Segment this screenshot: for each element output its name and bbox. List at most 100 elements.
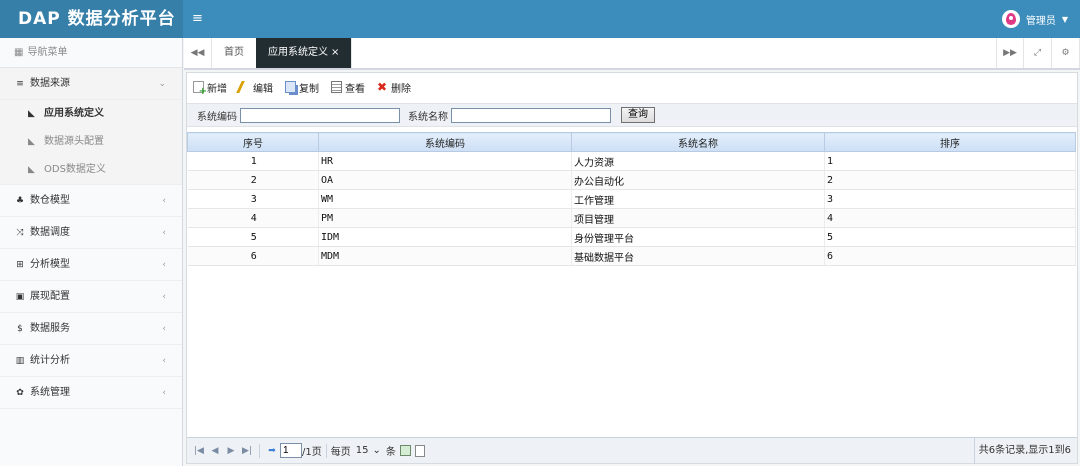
sidebar-item-data-source[interactable]: ≡ 数据来源 ⌄ (0, 68, 182, 100)
tab-app-system[interactable]: 应用系统定义 × (256, 38, 353, 68)
menu-toggle-icon[interactable]: ≡ (192, 0, 203, 38)
user-name[interactable]: 管理员 (1026, 12, 1056, 27)
sidebar-subitem-datasource-config[interactable]: ◣ 数据源头配置 (0, 128, 182, 156)
scroll-left-icon[interactable]: ◀◀ (184, 38, 212, 68)
brand-logo[interactable]: DAP 数据分析平台 (0, 0, 183, 38)
table-row[interactable]: 5 IDM 身份管理平台 5 (187, 227, 1076, 247)
search-bar: 系统编码 系统名称 查询 (187, 103, 1077, 127)
sidebar-subitem-label: 应用系统定义 (44, 108, 104, 119)
tab-label: 应用系统定义 (268, 47, 328, 58)
sidebar-item-warehouse-model[interactable]: ♣ 数仓模型 ‹ (0, 185, 182, 217)
row-sort: 6 (824, 246, 1076, 266)
grid-icon: ▦ (14, 47, 24, 58)
copy-icon (285, 81, 296, 93)
toolbar: 新增 编辑 复制 查看 ✖删除 (187, 73, 1077, 101)
last-page-icon[interactable]: ▶| (239, 446, 255, 456)
system-name-input[interactable] (451, 107, 611, 123)
go-page-icon[interactable]: ➡ (264, 446, 280, 456)
tab-home[interactable]: 首页 (212, 38, 257, 68)
query-button[interactable]: 查询 (621, 107, 655, 123)
row-name: 项目管理 (571, 208, 825, 228)
column-header-sort[interactable]: 排序 (824, 132, 1076, 152)
prev-page-icon[interactable]: ◀ (207, 446, 223, 456)
table-header-row: 序号 系统编码 系统名称 排序 (187, 132, 1076, 152)
divider (325, 443, 327, 458)
gear-icon: ✿ (16, 388, 24, 398)
new-button[interactable]: 新增 (193, 80, 227, 97)
export-document-icon[interactable] (414, 444, 425, 457)
row-index: 2 (187, 170, 319, 190)
table-row[interactable]: 4 PM 项目管理 4 (187, 208, 1076, 228)
database-icon: ≡ (16, 79, 24, 89)
sidebar-item-label: 数据来源 (30, 78, 70, 89)
bar-chart-icon: ▥ (15, 356, 25, 366)
table-row[interactable]: 2 OA 办公自动化 2 (187, 170, 1076, 190)
submenu-data-source: ◣ 应用系统定义 ◣ 数据源头配置 ◣ ODS数据定义 (0, 100, 182, 185)
sidebar-subitem-app-system[interactable]: ◣ 应用系统定义 (0, 100, 182, 128)
column-header-name[interactable]: 系统名称 (571, 132, 825, 152)
sidebar-item-display-config[interactable]: ▣ 展现配置 ‹ (0, 281, 182, 313)
chevron-left-icon: ‹ (162, 324, 166, 334)
page-number-input[interactable] (280, 443, 302, 458)
row-code: PM (318, 208, 572, 228)
next-page-icon[interactable]: ▶ (223, 446, 239, 456)
row-sort: 4 (824, 208, 1076, 228)
user-menu[interactable]: 管理员 ▼ (1001, 0, 1068, 38)
gear-icon[interactable]: ⚙ (1052, 38, 1080, 68)
top-header: DAP 数据分析平台 ≡ 管理员 ▼ (0, 0, 1080, 38)
row-code: OA (318, 170, 572, 190)
system-code-input[interactable] (240, 107, 400, 123)
system-name-label: 系统名称 (408, 111, 448, 123)
caret-down-icon[interactable]: ▼ (1062, 15, 1068, 24)
first-page-icon[interactable]: |◀ (191, 446, 207, 456)
sidebar-header: ▦ 导航菜单 (0, 38, 182, 68)
column-header-code[interactable]: 系统编码 (318, 132, 572, 152)
delete-label: 删除 (391, 83, 411, 95)
view-label: 查看 (345, 83, 365, 95)
sidebar-subitem-label: 数据源头配置 (44, 136, 104, 147)
sidebar-item-label: 分析模型 (30, 259, 70, 270)
delete-button[interactable]: ✖ 删除 (377, 80, 411, 95)
chevron-down-icon: ⌄ (158, 79, 166, 89)
row-code: HR (318, 151, 572, 171)
row-index: 4 (187, 208, 319, 228)
view-button[interactable]: 查看 (331, 80, 365, 95)
page-size-select[interactable]: 15 ⌄ (354, 445, 383, 456)
scroll-right-icon[interactable]: ▶▶ (996, 38, 1024, 68)
data-grid: 序号 系统编码 系统名称 排序 1 HR 人力资源 1 2 OA 办公自动化 2… (187, 132, 1076, 266)
pagination-bar: |◀ ◀ ▶ ▶| ➡ /1页 每页 15⌄ 条 共6条记录,显示1到6 (187, 437, 1077, 464)
content-panel: 新增 编辑 复制 查看 ✖删除 系统编码 系统名称 查询 序号 系统编码 系统名… (186, 72, 1078, 464)
sidebar-item-system-admin[interactable]: ✿ 系统管理 ‹ (0, 377, 182, 409)
row-sort: 1 (824, 151, 1076, 171)
sidebar-item-statistics[interactable]: ▥ 统计分析 ‹ (0, 345, 182, 377)
chevron-left-icon: ‹ (162, 260, 166, 270)
row-index: 1 (187, 151, 319, 171)
table-row[interactable]: 1 HR 人力资源 1 (187, 151, 1076, 171)
chevron-left-icon: ‹ (162, 388, 166, 398)
fullscreen-icon[interactable]: ⤢ (1024, 38, 1052, 68)
close-icon[interactable]: × (331, 47, 339, 58)
copy-button[interactable]: 复制 (285, 80, 319, 95)
sitemap-icon: ⊞ (16, 260, 24, 270)
sidebar-item-label: 系统管理 (30, 387, 70, 398)
avatar[interactable] (1001, 10, 1020, 28)
row-name: 人力资源 (571, 151, 825, 171)
column-header-index[interactable]: 序号 (187, 132, 319, 152)
export-excel-icon[interactable] (399, 445, 411, 456)
sidebar-item-data-schedule[interactable]: ⤨ 数据调度 ‹ (0, 217, 182, 249)
new-label: 新增 (207, 83, 227, 95)
row-code: IDM (318, 227, 572, 247)
edit-button[interactable]: 编辑 (236, 80, 273, 95)
sidebar-item-analysis-model[interactable]: ⊞ 分析模型 ‹ (0, 249, 182, 281)
new-file-icon (193, 81, 207, 97)
leaf-icon: ◣ (28, 137, 35, 147)
sidebar-item-label: 数据调度 (30, 227, 70, 238)
table-row[interactable]: 6 MDM 基础数据平台 6 (187, 246, 1076, 266)
sidebar-item-data-service[interactable]: $ 数据服务 ‹ (0, 313, 182, 345)
row-index: 3 (187, 189, 319, 209)
system-code-label: 系统编码 (197, 111, 237, 123)
table-row[interactable]: 3 WM 工作管理 3 (187, 189, 1076, 209)
chevron-left-icon: ‹ (162, 196, 166, 206)
chevron-left-icon: ‹ (162, 356, 166, 366)
sidebar-subitem-ods-definition[interactable]: ◣ ODS数据定义 (0, 156, 182, 184)
